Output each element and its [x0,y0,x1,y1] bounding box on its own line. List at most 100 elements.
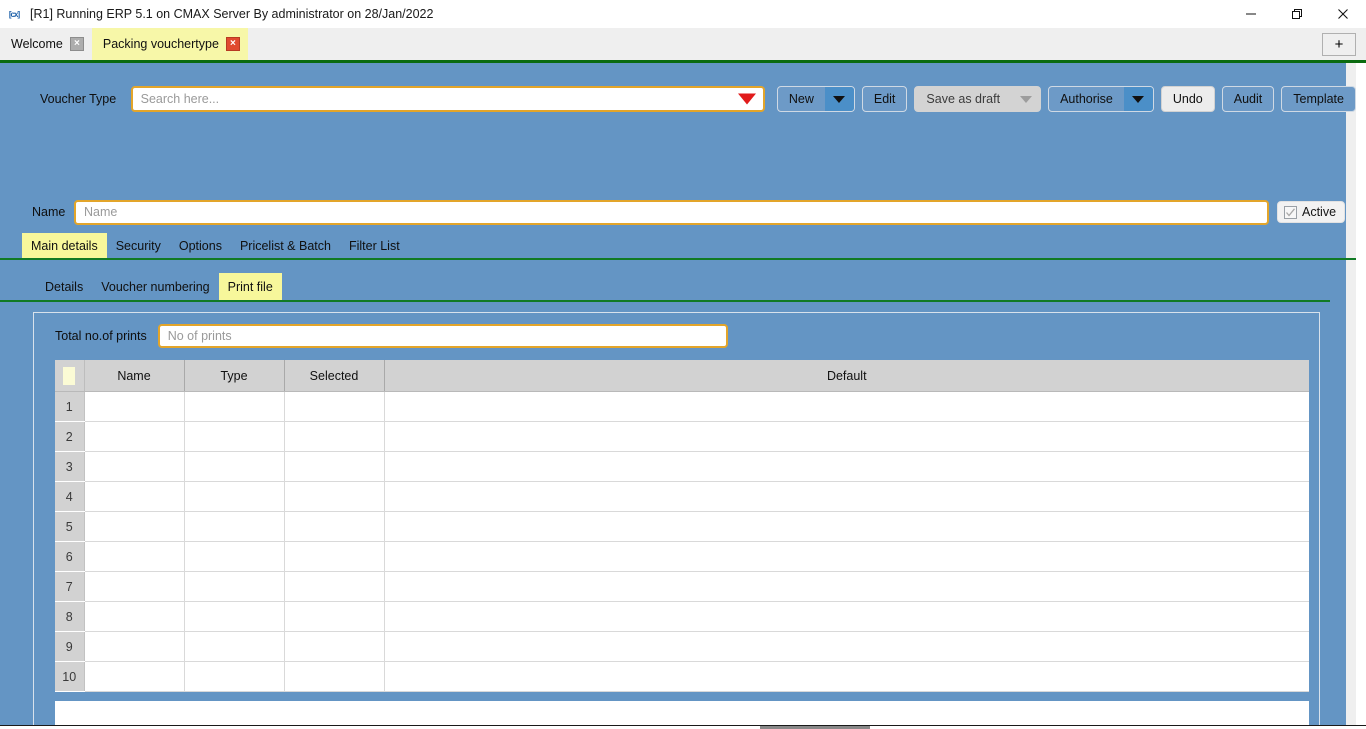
dropdown-caret-icon[interactable] [737,93,756,105]
table-row[interactable]: 7 [55,571,1309,602]
cell-type[interactable] [184,601,285,632]
cell-type[interactable] [184,451,285,482]
cell-selected[interactable] [284,571,385,602]
cell-selected[interactable] [284,541,385,572]
grid-header-select-all[interactable] [55,360,85,392]
cell-default[interactable] [384,661,1309,692]
new-tab-button[interactable]: + [1322,32,1356,56]
voucher-type-search-input[interactable] [130,86,765,112]
cell-type[interactable] [184,541,285,572]
authorise-button[interactable]: Authorise [1048,86,1154,112]
app-logo-icon: [cx] [8,9,20,19]
cell-selected[interactable] [284,661,385,692]
tab-pricelist-batch[interactable]: Pricelist & Batch [231,233,340,258]
table-row[interactable]: 9 [55,631,1309,662]
cell-name[interactable] [84,601,185,632]
cell-default[interactable] [384,391,1309,422]
tab-security[interactable]: Security [107,233,170,258]
cell-selected[interactable] [284,391,385,422]
cell-name[interactable] [84,481,185,512]
cell-name[interactable] [84,421,185,452]
table-row[interactable]: 4 [55,481,1309,512]
chevron-down-icon [833,95,846,103]
horizontal-scrollbar-track[interactable] [0,725,1366,729]
subtab-voucher-numbering[interactable]: Voucher numbering [92,273,218,300]
cell-default[interactable] [384,571,1309,602]
tab-welcome[interactable]: Welcome × [0,28,92,60]
grid-header-default[interactable]: Default [384,360,1309,392]
active-checkbox-group[interactable]: Active [1277,201,1346,223]
cell-name[interactable] [84,391,185,422]
table-row[interactable]: 3 [55,451,1309,482]
cell-type[interactable] [184,661,285,692]
cell-name[interactable] [84,631,185,662]
grid-header-selected[interactable]: Selected [284,360,385,392]
cell-type[interactable] [184,631,285,662]
table-row[interactable]: 10 [55,661,1309,692]
active-checkbox[interactable] [1284,205,1297,219]
cell-name[interactable] [84,571,185,602]
cell-type[interactable] [184,391,285,422]
row-number: 6 [55,541,85,572]
tab-options-label: Options [178,238,222,253]
row-number: 4 [55,481,85,512]
audit-button[interactable]: Audit [1221,86,1275,112]
grid-header-type[interactable]: Type [184,360,285,392]
cell-type[interactable] [184,571,285,602]
cell-type[interactable] [184,481,285,512]
table-row[interactable]: 6 [55,541,1309,572]
edit-button[interactable]: Edit [861,86,908,112]
subtab-details[interactable]: Details [36,273,92,300]
cell-default[interactable] [384,511,1309,542]
name-input[interactable] [74,199,1269,225]
minimize-button[interactable] [1228,0,1274,28]
tab-filter-list[interactable]: Filter List [340,233,409,258]
authorise-button-dropdown[interactable] [1123,87,1153,111]
tab-main-details[interactable]: Main details [22,233,107,258]
undo-button[interactable]: Undo [1160,86,1215,112]
cell-selected[interactable] [284,601,385,632]
grid-header-name[interactable]: Name [84,360,185,392]
cell-default[interactable] [384,541,1309,572]
table-row[interactable]: 1 [55,391,1309,422]
window-title: [R1] Running ERP 5.1 on CMAX Server By a… [30,7,434,21]
cell-name[interactable] [84,661,185,692]
subtab-print-file[interactable]: Print file [218,273,282,300]
new-button[interactable]: New [776,86,855,112]
cell-type[interactable] [184,511,285,542]
vertical-scrollbar-track[interactable] [1346,63,1356,729]
cell-selected[interactable] [284,451,385,482]
cell-default[interactable] [384,601,1309,632]
tab-welcome-close-icon[interactable]: × [69,37,84,51]
tab-options[interactable]: Options [170,233,231,258]
tab-packing-vouchertype-close-icon[interactable]: × [225,37,240,51]
row-number: 2 [55,421,85,452]
cell-name[interactable] [84,451,185,482]
total-prints-input[interactable] [157,324,728,348]
cell-default[interactable] [384,631,1309,662]
template-button[interactable]: Template [1281,86,1356,112]
new-button-dropdown[interactable] [824,87,854,111]
cell-selected[interactable] [284,511,385,542]
cell-selected[interactable] [284,481,385,512]
cell-name[interactable] [84,511,185,542]
tab-packing-vouchertype[interactable]: Packing vouchertype × [91,28,248,60]
cell-name[interactable] [84,541,185,572]
table-row[interactable]: 5 [55,511,1309,542]
tab-welcome-label: Welcome [11,37,63,51]
cell-type[interactable] [184,421,285,452]
cell-default[interactable] [384,481,1309,512]
maximize-restore-button[interactable] [1274,0,1320,28]
close-button[interactable] [1320,0,1366,28]
table-row[interactable]: 2 [55,421,1309,452]
cell-selected[interactable] [284,421,385,452]
cell-selected[interactable] [284,631,385,662]
table-row[interactable]: 8 [55,601,1309,632]
save-as-draft-dropdown[interactable] [1011,87,1041,111]
cell-default[interactable] [384,421,1309,452]
save-as-draft-button[interactable]: Save as draft [914,86,1042,112]
restore-icon [1292,9,1302,19]
close-icon [1338,9,1348,19]
minimize-icon [1246,13,1256,15]
cell-default[interactable] [384,451,1309,482]
